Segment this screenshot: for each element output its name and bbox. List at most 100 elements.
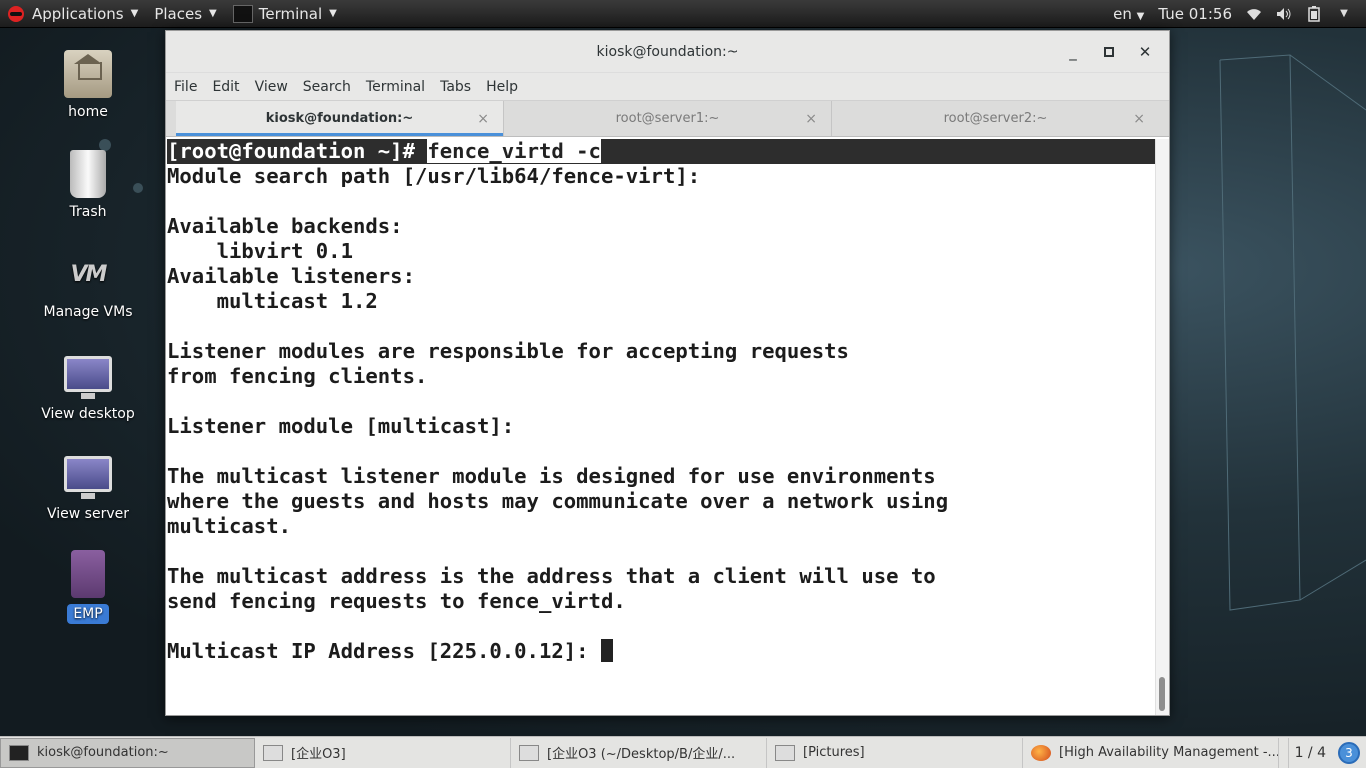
- close-icon[interactable]: ×: [477, 111, 489, 127]
- output-line: Listener module [multicast]:: [167, 414, 515, 438]
- chevron-down-icon: ▼: [130, 8, 139, 19]
- redhat-logo-icon: [8, 5, 24, 22]
- output-line: Listener modules are responsible for acc…: [167, 339, 849, 363]
- desktop-icon-label: Trash: [69, 204, 107, 220]
- applications-label: Applications: [32, 4, 124, 23]
- tab-bar: kiosk@foundation:~ × root@server1:~ × ro…: [166, 101, 1169, 137]
- desktop-icon-manage-vms[interactable]: VM Manage VMs: [33, 250, 143, 321]
- terminal-window: kiosk@foundation:~ _ ✕ File Edit View Se…: [165, 30, 1170, 716]
- terminal-icon: [232, 4, 253, 23]
- battery-icon[interactable]: [1306, 5, 1322, 22]
- language-label: en: [1113, 4, 1132, 23]
- desktop-icon-view-server[interactable]: View server: [33, 450, 143, 522]
- chevron-down-icon: ▼: [209, 8, 217, 19]
- workspace-switcher[interactable]: 1 / 4 3: [1287, 737, 1366, 768]
- vm-manager-icon: VM: [70, 261, 108, 287]
- output-line: The multicast listener module is designe…: [167, 464, 936, 488]
- desktop-icon-emp[interactable]: EMP: [33, 550, 143, 624]
- task-firefox[interactable]: [High Availability Management -...: [1023, 737, 1279, 768]
- window-icon: [263, 744, 283, 761]
- tab-label: kiosk@foundation:~: [265, 111, 414, 126]
- maximize-button[interactable]: [1091, 37, 1127, 67]
- home-folder-icon: [64, 50, 112, 98]
- desktop-icon-view-desktop[interactable]: View desktop: [33, 350, 143, 422]
- places-label: Places: [154, 4, 203, 23]
- terminal-app-menu[interactable]: Terminal ▼: [225, 0, 345, 28]
- command-text: fence_virtd -c: [427, 139, 601, 163]
- output-line: send fencing requests to fence_virtd.: [167, 589, 626, 613]
- task-label: kiosk@foundation:~: [37, 745, 169, 760]
- close-icon[interactable]: ×: [805, 111, 817, 127]
- close-button[interactable]: ✕: [1127, 37, 1163, 67]
- task-terminal[interactable]: kiosk@foundation:~: [0, 737, 255, 768]
- desktop-icon-label: Manage VMs: [43, 304, 133, 320]
- desktop-icon-home[interactable]: home: [33, 50, 143, 120]
- shell-prompt: [root@foundation ~]#: [167, 139, 428, 163]
- scrollbar-thumb[interactable]: [1159, 677, 1165, 711]
- input-line[interactable]: Multicast IP Address [225.0.0.12]:: [167, 639, 1156, 664]
- tab-kiosk-foundation[interactable]: kiosk@foundation:~ ×: [176, 101, 504, 136]
- output-line: Module search path [/usr/lib64/fence-vir…: [167, 164, 701, 188]
- system-menu-chevron-icon[interactable]: ▼: [1336, 6, 1352, 22]
- menu-search[interactable]: Search: [297, 79, 357, 95]
- window-icon: [775, 744, 795, 761]
- firefox-icon: [1031, 744, 1051, 761]
- menu-file[interactable]: File: [168, 79, 203, 95]
- workspace-label: 1 / 4: [1294, 744, 1326, 761]
- menu-tabs[interactable]: Tabs: [434, 79, 477, 95]
- task-label: [企业O3 (~/Desktop/B/企业/...: [547, 747, 736, 762]
- output-line: [167, 389, 1156, 414]
- terminal-app-label: Terminal: [258, 4, 323, 23]
- top-panel: Applications ▼ Places ▼ Terminal ▼ en ▼ …: [0, 0, 1366, 28]
- terminal-output[interactable]: [root@foundation ~]# fence_virtd -c Modu…: [166, 139, 1156, 715]
- chevron-down-icon: ▼: [329, 8, 337, 19]
- notification-badge[interactable]: 3: [1338, 741, 1360, 764]
- command-line: [root@foundation ~]# fence_virtd -c: [167, 139, 1155, 164]
- text-cursor: [600, 639, 613, 662]
- menubar: File Edit View Search Terminal Tabs Help: [166, 73, 1169, 101]
- tab-label: root@server1:~: [615, 111, 720, 126]
- window-title: kiosk@foundation:~: [596, 43, 739, 60]
- language-indicator[interactable]: en ▼: [1113, 5, 1144, 23]
- menu-terminal[interactable]: Terminal: [360, 79, 431, 95]
- output-line: libvirt 0.1: [167, 239, 353, 263]
- task-label: [企业O3]: [291, 747, 346, 762]
- scrollbar[interactable]: [1155, 139, 1169, 715]
- output-line: Available backends:: [167, 214, 403, 238]
- tab-root-server1[interactable]: root@server1:~ ×: [504, 101, 832, 136]
- output-line: [167, 539, 1156, 564]
- terminal-icon: [9, 744, 29, 761]
- minimize-button[interactable]: _: [1055, 37, 1091, 67]
- task-enterprise-o3[interactable]: [企业O3]: [255, 737, 511, 768]
- taskbar: kiosk@foundation:~ [企业O3] [企业O3 (~/Deskt…: [0, 736, 1366, 768]
- desktop-icon-label: EMP: [67, 604, 109, 624]
- menu-edit[interactable]: Edit: [206, 79, 245, 95]
- volume-icon[interactable]: [1276, 6, 1292, 22]
- clock[interactable]: Tue 01:56: [1158, 5, 1232, 23]
- task-pictures[interactable]: [Pictures]: [767, 737, 1023, 768]
- menu-view[interactable]: View: [249, 79, 294, 95]
- desktop-icon-label: View desktop: [41, 406, 135, 422]
- close-icon[interactable]: ×: [1133, 111, 1145, 127]
- tab-label: root@server2:~: [943, 111, 1048, 126]
- monitor-icon: [64, 356, 112, 399]
- emp-icon: [71, 550, 105, 598]
- wifi-icon[interactable]: [1246, 6, 1262, 22]
- menu-help[interactable]: Help: [480, 79, 524, 95]
- tab-root-server2[interactable]: root@server2:~ ×: [832, 101, 1159, 136]
- input-prompt: Multicast IP Address [225.0.0.12]:: [167, 639, 601, 663]
- monitor-icon: [64, 456, 112, 499]
- places-menu[interactable]: Places ▼: [146, 0, 224, 28]
- output-line: Available listeners:: [167, 264, 415, 288]
- output-line: from fencing clients.: [167, 364, 428, 388]
- task-text-editor[interactable]: [企业O3 (~/Desktop/B/企业/...: [511, 737, 767, 768]
- trash-icon: [70, 150, 106, 198]
- output-line: where the guests and hosts may communica…: [167, 489, 949, 513]
- desktop-icon-trash[interactable]: Trash: [33, 150, 143, 220]
- desktop-icon-label: View server: [47, 506, 129, 522]
- task-label: [High Availability Management -...: [1059, 745, 1279, 760]
- task-label: [Pictures]: [803, 745, 865, 760]
- applications-menu[interactable]: Applications ▼: [0, 0, 146, 28]
- window-titlebar[interactable]: kiosk@foundation:~ _ ✕: [166, 31, 1169, 73]
- desktop-icon-label: home: [68, 104, 108, 120]
